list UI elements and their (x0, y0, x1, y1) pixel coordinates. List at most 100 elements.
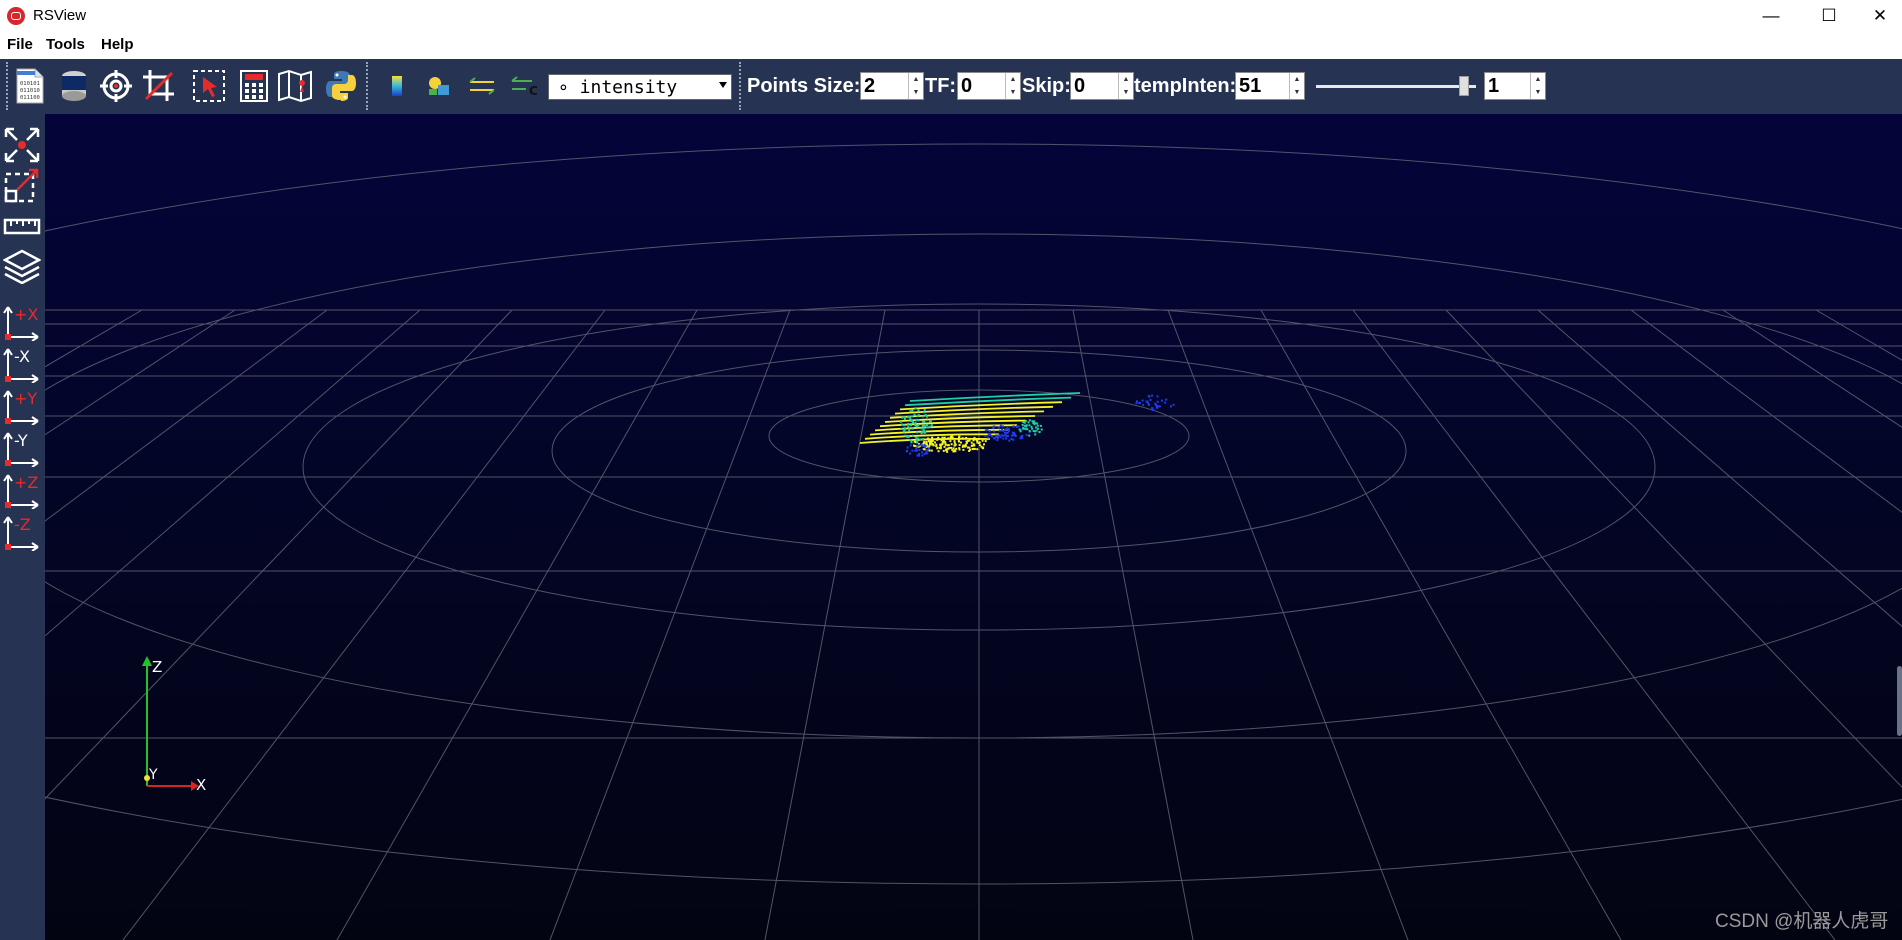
point (961, 437, 964, 440)
point (939, 443, 942, 446)
select-points-icon[interactable] (190, 66, 228, 106)
point (915, 439, 918, 442)
map-icon[interactable] (276, 66, 314, 106)
point (918, 444, 921, 447)
point (1007, 430, 1010, 433)
point (1151, 394, 1153, 397)
point (1028, 430, 1031, 433)
svg-text:C: C (529, 84, 538, 97)
spin-up-icon[interactable]: ▲ (1530, 73, 1545, 86)
point (916, 437, 919, 440)
point (1027, 421, 1030, 424)
calculator-icon[interactable] (235, 66, 273, 106)
point (914, 436, 917, 439)
layers-icon[interactable] (2, 247, 42, 285)
point (996, 439, 999, 442)
menu-file[interactable]: File (7, 36, 33, 53)
reset-camera-icon[interactable] (2, 126, 42, 164)
point (913, 413, 916, 416)
view-minus-z-button[interactable]: -Z (2, 513, 42, 551)
close-button[interactable]: ✕ (1858, 0, 1902, 31)
point (936, 447, 939, 450)
point (986, 428, 989, 431)
spin-up-icon[interactable]: ▲ (1118, 73, 1133, 86)
point (1172, 403, 1175, 406)
color-bar-icon[interactable] (378, 66, 416, 106)
view-minus-y-button[interactable]: -Y (2, 429, 42, 467)
arrows-icon[interactable] (463, 66, 501, 106)
viewport-scroll-handle[interactable] (1897, 666, 1902, 736)
point (915, 441, 918, 444)
point (1152, 408, 1155, 411)
crop-icon[interactable] (140, 66, 178, 106)
point (1015, 426, 1018, 429)
point (916, 444, 919, 447)
point (1035, 429, 1038, 432)
python-icon[interactable] (322, 66, 360, 106)
open-data-file-icon[interactable]: 010101 011010 011100 (11, 66, 49, 106)
point (1170, 405, 1172, 408)
minimize-button[interactable]: — (1742, 0, 1800, 31)
points-size-spinbox[interactable]: 2 ▲ ▼ (860, 72, 924, 100)
tf-spinbox[interactable]: 0 ▲ ▼ (957, 72, 1021, 100)
point (1136, 400, 1138, 403)
tf-label: TF: (925, 75, 957, 97)
spin-down-icon[interactable]: ▼ (1530, 86, 1545, 99)
point (939, 447, 941, 449)
menu-tools[interactable]: Tools (46, 36, 85, 53)
svg-text:010101: 010101 (20, 81, 40, 87)
point (947, 437, 950, 440)
point (1156, 395, 1159, 398)
menu-help[interactable]: Help (101, 36, 134, 53)
spin-down-icon[interactable]: ▼ (1118, 86, 1133, 99)
maximize-button[interactable]: ☐ (1800, 0, 1858, 31)
point (971, 448, 974, 450)
point (1014, 435, 1017, 437)
view-plus-y-button[interactable]: +Y (2, 387, 42, 425)
point (1011, 431, 1014, 434)
point (962, 444, 965, 447)
spin-down-icon[interactable]: ▼ (1005, 86, 1020, 99)
point (904, 434, 907, 437)
point (953, 449, 956, 452)
point (930, 424, 933, 427)
slider-handle[interactable] (1459, 76, 1469, 96)
zoom-to-box-icon[interactable] (2, 166, 42, 204)
ruler-icon[interactable] (2, 207, 42, 245)
point-cloud-viewport[interactable]: Z Y X (45, 114, 1902, 940)
chevron-down-icon (719, 82, 727, 88)
point (1001, 429, 1004, 432)
point (909, 439, 912, 441)
point (999, 436, 1002, 439)
target-icon[interactable] (97, 66, 135, 106)
point (917, 409, 920, 412)
spin-down-icon[interactable]: ▼ (908, 86, 923, 99)
color-shapes-icon[interactable] (420, 66, 458, 106)
point (949, 440, 952, 443)
spin-up-icon[interactable]: ▲ (1005, 73, 1020, 86)
color-mode-select[interactable]: ∘ intensity (548, 74, 732, 100)
temp-inten-spinbox[interactable]: 51 ▲ ▼ (1235, 72, 1305, 100)
point (931, 439, 934, 442)
point (958, 448, 961, 451)
skip-spinbox[interactable]: 0 ▲ ▼ (1070, 72, 1134, 100)
point (923, 453, 926, 455)
view-plus-x-button[interactable]: +X (2, 303, 42, 341)
view-minus-x-button[interactable]: -X (2, 345, 42, 383)
view-plus-z-button[interactable]: +Z (2, 471, 42, 509)
sensor-icon[interactable] (55, 66, 93, 106)
point (987, 436, 990, 439)
point (943, 445, 946, 448)
spin-up-icon[interactable]: ▲ (1289, 73, 1304, 86)
skip-value: 0 (1074, 75, 1086, 97)
slider-value-spinbox[interactable]: 1 ▲ ▼ (1484, 72, 1546, 100)
arrows-c-icon[interactable]: C (506, 66, 544, 106)
point (1141, 399, 1144, 402)
point (944, 443, 947, 446)
point (1004, 428, 1006, 431)
view-plus-x-label: +X (14, 305, 38, 324)
intensity-slider[interactable] (1316, 72, 1476, 100)
spin-down-icon[interactable]: ▼ (1289, 86, 1304, 99)
spin-up-icon[interactable]: ▲ (908, 73, 923, 86)
toolbar-separator (739, 62, 741, 110)
